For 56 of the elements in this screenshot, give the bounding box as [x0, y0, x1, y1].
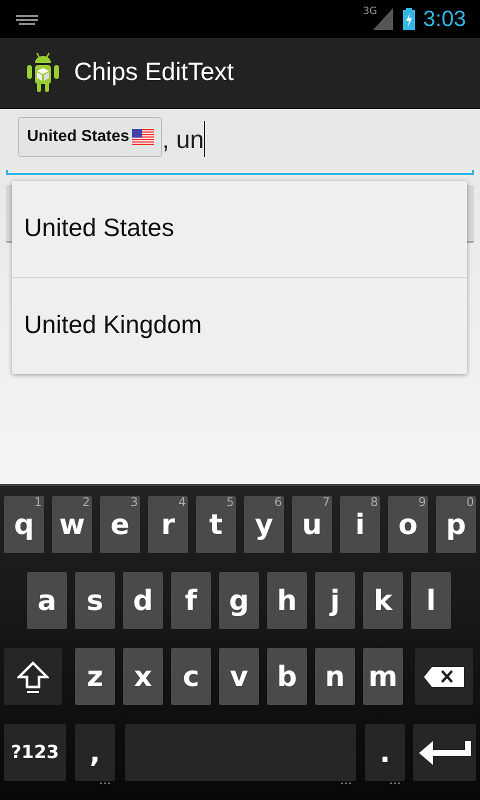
- key[interactable]: i 8: [340, 496, 380, 553]
- android-robot-icon: [24, 50, 62, 95]
- key-hint: 0: [466, 495, 474, 509]
- key-hint: 4: [178, 495, 186, 509]
- key[interactable]: q 1: [4, 496, 44, 553]
- key[interactable]: f: [171, 572, 211, 629]
- enter-key[interactable]: [413, 724, 476, 781]
- text-cursor: [204, 120, 205, 157]
- key[interactable]: u 7: [292, 496, 332, 553]
- key[interactable]: t 5: [196, 496, 236, 553]
- key[interactable]: y 6: [244, 496, 284, 553]
- key-hint: 1: [34, 495, 42, 509]
- shift-key[interactable]: [4, 648, 62, 705]
- key[interactable]: x: [123, 648, 163, 705]
- key[interactable]: k: [363, 572, 403, 629]
- key-hint: 6: [274, 495, 282, 509]
- key[interactable]: s: [75, 572, 115, 629]
- key[interactable]: h: [267, 572, 307, 629]
- suggestion-item[interactable]: United Kingdom: [12, 276, 467, 374]
- clock-time: 3:03: [423, 6, 466, 32]
- key[interactable]: m: [363, 648, 403, 705]
- key[interactable]: e 3: [100, 496, 140, 553]
- flag-icon: [132, 128, 154, 145]
- key[interactable]: z: [75, 648, 115, 705]
- key[interactable]: l: [411, 572, 451, 629]
- key-hint: 9: [418, 495, 426, 509]
- typed-text: , un: [162, 126, 204, 155]
- key[interactable]: p 0: [436, 496, 476, 553]
- key[interactable]: d: [123, 572, 163, 629]
- enter-arrow-icon: [418, 740, 470, 764]
- battery-icon: [403, 8, 416, 30]
- chip[interactable]: United States: [18, 116, 162, 157]
- key[interactable]: b: [267, 648, 307, 705]
- suggestion-item[interactable]: United States: [12, 180, 467, 277]
- key[interactable]: o 9: [388, 496, 428, 553]
- key[interactable]: w 2: [52, 496, 92, 553]
- app-title: Chips EditText: [74, 58, 234, 88]
- key[interactable]: v: [219, 648, 259, 705]
- symbols-key[interactable]: ?123: [4, 724, 66, 781]
- keyboard-icon: [16, 14, 38, 25]
- delete-key[interactable]: [415, 648, 473, 705]
- key-hint: 7: [322, 495, 330, 509]
- key[interactable]: r 4: [148, 496, 188, 553]
- key[interactable]: n: [315, 648, 355, 705]
- shift-arrow-icon: [17, 660, 49, 692]
- key[interactable]: a: [27, 572, 67, 629]
- key-hint: 3: [130, 495, 138, 509]
- key[interactable]: c: [171, 648, 211, 705]
- key[interactable]: j: [315, 572, 355, 629]
- key[interactable]: g: [219, 572, 259, 629]
- key-hint: 8: [370, 495, 378, 509]
- key-hint: 5: [226, 495, 234, 509]
- key-hint: 2: [82, 495, 90, 509]
- backspace-icon: [424, 666, 464, 686]
- chips-input-field[interactable]: United States , un: [0, 108, 480, 159]
- network-label: 3G: [363, 6, 378, 17]
